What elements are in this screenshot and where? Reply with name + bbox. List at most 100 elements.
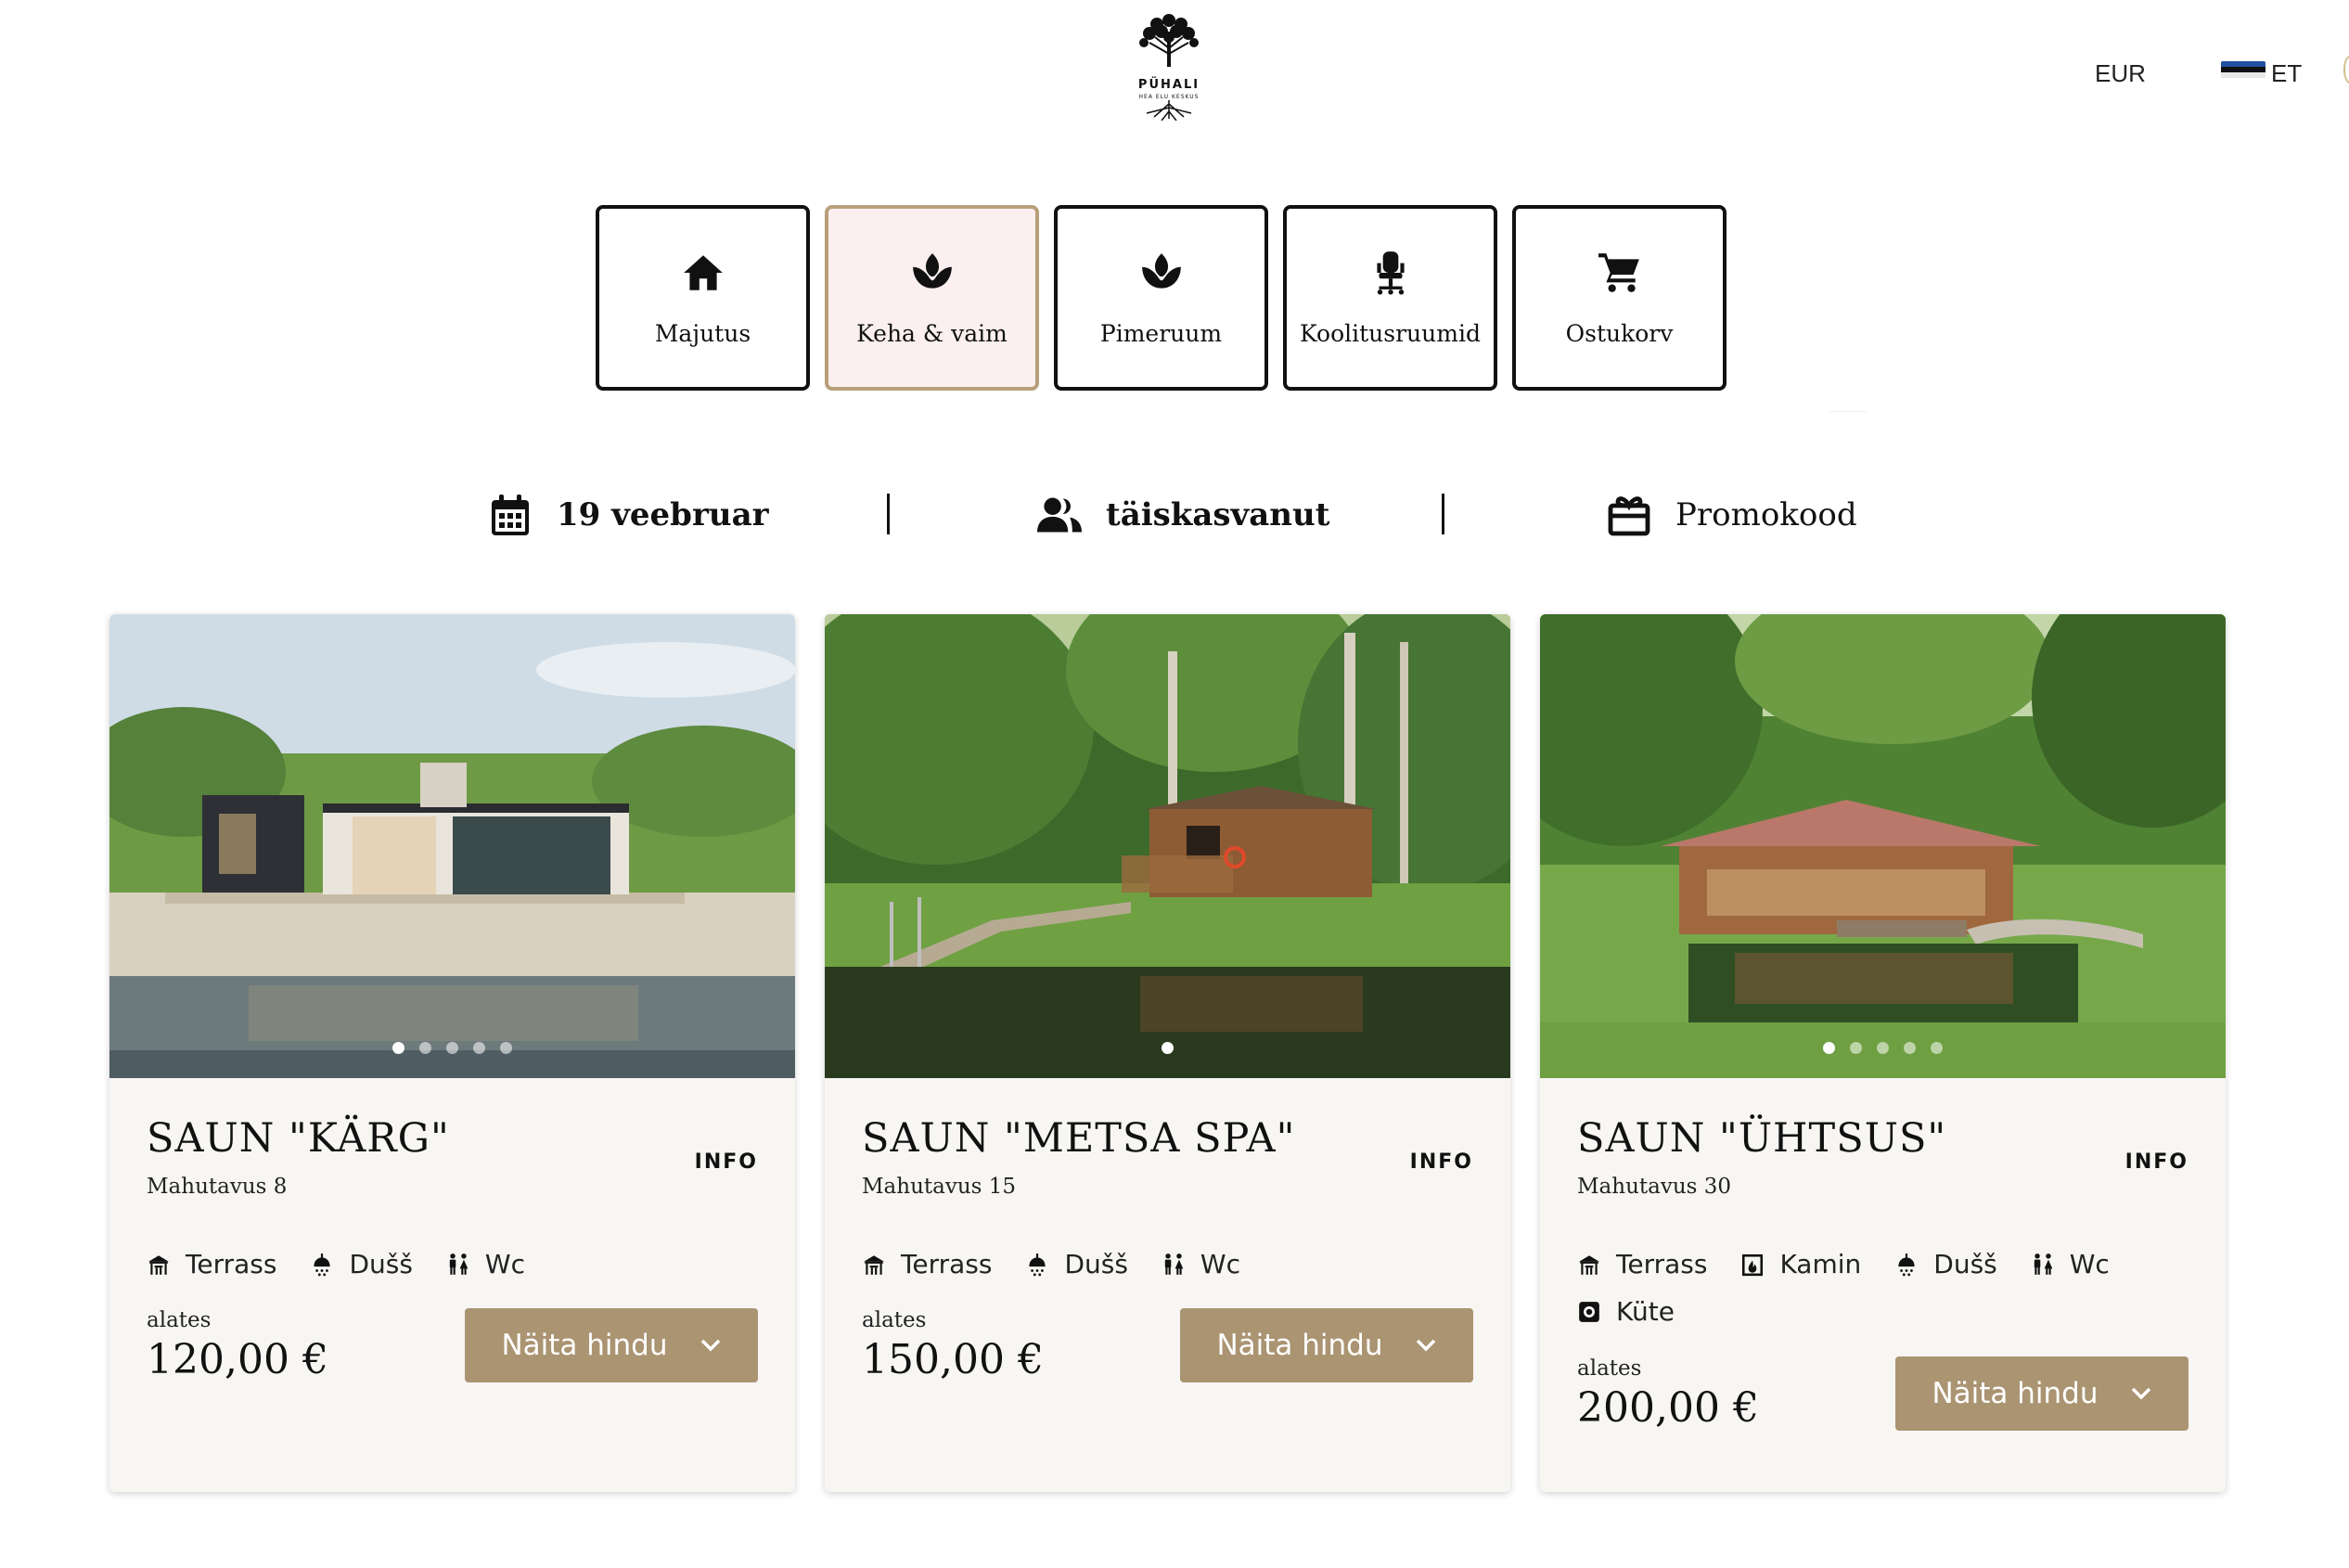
button-label: Näita hindu: [1216, 1329, 1383, 1362]
feature-label: Kamin: [1779, 1249, 1862, 1279]
terrace-icon: [148, 1254, 169, 1275]
date-value: 19 veebruar: [557, 496, 769, 533]
sauna-karg-photo: [109, 614, 795, 1078]
tab-keha-vaim[interactable]: Keha & vaim: [825, 205, 1039, 391]
info-link[interactable]: INFO: [2125, 1150, 2189, 1174]
tab-label: Keha & vaim: [856, 319, 1008, 347]
card-body: SAUN "ÜHTSUS" INFO Mahutavus 30 Terrass …: [1540, 1078, 2226, 1492]
tab-ostukorv[interactable]: Ostukorv: [1512, 205, 1726, 391]
price-row: alates 120,00 € Näita hindu: [147, 1308, 758, 1383]
home-icon: [683, 254, 723, 290]
carousel-dot[interactable]: [1931, 1042, 1943, 1054]
sauna-title: SAUN "ÜHTSUS": [1577, 1115, 1947, 1162]
info-link[interactable]: INFO: [1410, 1150, 1473, 1174]
feature-label: Wc: [484, 1249, 526, 1279]
feature-list: Terrass Dušš Wc: [147, 1249, 759, 1279]
tab-label: Majutus: [654, 319, 751, 347]
price-row: alates 200,00 € Näita hindu: [1577, 1356, 2189, 1432]
price-from-label: alates: [862, 1308, 927, 1332]
carousel-dot[interactable]: [392, 1042, 404, 1054]
feature-item: Dušš: [1894, 1249, 1997, 1279]
carousel-dot[interactable]: [1162, 1042, 1174, 1054]
carousel-dot[interactable]: [473, 1042, 485, 1054]
promo-label: Promokood: [1675, 496, 1857, 533]
sauna-title: SAUN "KÄRG": [147, 1115, 450, 1162]
date-filter[interactable]: 19 veebruar: [488, 482, 769, 547]
tab-label: Pimeruum: [1099, 319, 1223, 347]
feature-label: Terrass: [186, 1249, 277, 1279]
tab-majutus[interactable]: Majutus: [596, 205, 810, 391]
button-label: Näita hindu: [501, 1329, 668, 1362]
carousel-dot[interactable]: [419, 1042, 431, 1054]
sauna-metsa-spa-photo: [825, 614, 1510, 1078]
promo-filter[interactable]: Promokood: [1607, 482, 1857, 547]
shower-icon: [1029, 1253, 1046, 1276]
feature-item: Kamin: [1740, 1249, 1861, 1279]
price-row: alates 150,00 € Näita hindu: [862, 1308, 1473, 1383]
feature-item: Wc: [1162, 1249, 1240, 1279]
shower-icon: [1898, 1253, 1915, 1276]
price-from-label: alates: [147, 1308, 212, 1332]
feature-label: Terrass: [901, 1249, 993, 1279]
brand-name: PÜHALI: [1137, 78, 1200, 92]
gift-card-icon: [1608, 496, 1650, 536]
calendar-icon: [492, 495, 529, 535]
sauna-photo-carousel[interactable]: [1540, 614, 2226, 1078]
carousel-dot[interactable]: [1850, 1042, 1862, 1054]
price-value: 200,00 €: [1577, 1384, 1759, 1432]
heater-icon: [1579, 1301, 1599, 1322]
feature-item: Terrass: [862, 1249, 992, 1279]
chevron-down-icon: [2131, 1387, 2150, 1400]
language-selector[interactable]: ET: [2221, 59, 2302, 88]
info-link[interactable]: INFO: [695, 1150, 758, 1174]
capacity-text: Mahutavus 8: [147, 1175, 288, 1199]
sauna-list: SAUN "KÄRG" INFO Mahutavus 8 Terrass Duš…: [109, 614, 2226, 1492]
sauna-photo-carousel[interactable]: [109, 614, 795, 1078]
feature-list: Terrass Dušš Wc: [862, 1249, 1474, 1279]
feature-item: Dušš: [310, 1249, 413, 1279]
terrace-icon: [1579, 1254, 1599, 1275]
capacity-text: Mahutavus 15: [862, 1175, 1017, 1199]
sauna-uhtsus-photo: [1540, 614, 2226, 1078]
tab-label: Ostukorv: [1565, 319, 1674, 347]
feature-label: Wc: [2069, 1249, 2110, 1279]
feature-list: Terrass Kamin Dušš Wc Küte: [1577, 1249, 2189, 1327]
carousel-dot[interactable]: [446, 1042, 458, 1054]
carousel-dot[interactable]: [1877, 1042, 1889, 1054]
carousel-dot[interactable]: [1904, 1042, 1916, 1054]
roots-icon: [1146, 100, 1192, 121]
carousel-dots: [109, 1042, 795, 1054]
language-label: ET: [2271, 59, 2303, 87]
sauna-card: SAUN "METSA SPA" INFO Mahutavus 15 Terra…: [825, 614, 1510, 1492]
guests-filter[interactable]: täiskasvanut: [1037, 482, 1329, 547]
office-chair-icon: [1376, 251, 1405, 295]
wc-icon: [449, 1253, 469, 1275]
button-label: Näita hindu: [1932, 1377, 2099, 1410]
price-value: 120,00 €: [147, 1336, 328, 1383]
carousel-dot[interactable]: [500, 1042, 512, 1054]
lotus-icon: [1141, 252, 1181, 289]
show-price-button[interactable]: Näita hindu: [1895, 1356, 2189, 1431]
sauna-photo-carousel[interactable]: [825, 614, 1510, 1078]
filter-bar: 19 veebruar täiskasvanut Promokood: [0, 482, 2349, 547]
edge-indicator: [2343, 56, 2349, 84]
capacity-text: Mahutavus 30: [1577, 1175, 1732, 1199]
tabs-underline: [1829, 411, 1867, 412]
brand-tagline: HEA ELU KESKUS: [1138, 94, 1200, 100]
currency-selector[interactable]: EUR: [2095, 59, 2146, 88]
tab-koolitusruumid[interactable]: Koolitusruumid: [1283, 205, 1497, 391]
brand-logo[interactable]: PÜHALI HEA ELU KESKUS: [1123, 11, 1215, 122]
tab-pimeruum[interactable]: Pimeruum: [1054, 205, 1268, 391]
show-price-button[interactable]: Näita hindu: [465, 1308, 758, 1382]
feature-label: Wc: [1200, 1249, 1241, 1279]
wc-icon: [2034, 1253, 2053, 1275]
feature-label: Küte: [1616, 1296, 1675, 1327]
carousel-dots: [825, 1042, 1510, 1054]
guests-value: täiskasvanut: [1106, 496, 1330, 533]
sauna-card: SAUN "ÜHTSUS" INFO Mahutavus 30 Terrass …: [1540, 614, 2226, 1492]
feature-label: Terrass: [1616, 1249, 1708, 1279]
feature-label: Dušš: [349, 1249, 413, 1279]
sauna-title: SAUN "METSA SPA": [862, 1115, 1296, 1162]
carousel-dot[interactable]: [1823, 1042, 1835, 1054]
show-price-button[interactable]: Näita hindu: [1180, 1308, 1473, 1382]
